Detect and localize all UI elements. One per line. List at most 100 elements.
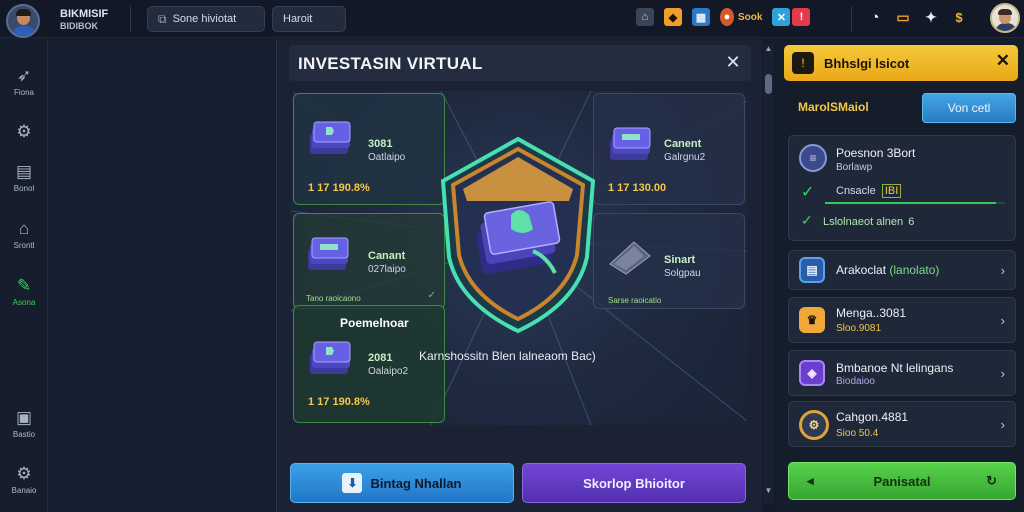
modal-header: INVESTASIN VIRTUAL ✕ [289,45,751,81]
top-bar: BIKMISIF BIDIBOK ⧉ Sone hiviotat Haroit … [0,0,1024,38]
sidebar-item-fiona[interactable]: ➶ Fiona [0,66,48,97]
brand-title: BIKMISIF [60,8,109,20]
tab-view[interactable]: Von cetl [922,93,1016,123]
chevron-right-icon: › [1000,313,1005,328]
investment-modal: INVESTASIN VIRTUAL ✕ 3081 Oatlaipo 1 17 … [276,39,762,512]
secondary-action-label: Skorlop Bhioitor [583,475,685,491]
card-title: Sinart [664,254,696,266]
gear-icon: ⚙ [16,122,32,141]
investment-card[interactable]: Poemelnoar 2081 Oalaipo2 1 17 190.8% [293,305,445,423]
check-icon: ✓ [801,212,813,228]
check-icon: ✓ [801,184,815,201]
sidebar: ➶ Fiona ⚙ ▤ Bonol ⌂ Srontl ✎ Asona ▣ Bas… [0,38,48,512]
bank-icon[interactable]: ⌂ [636,8,654,26]
card-footnote: Sarse raoicatio [608,296,662,305]
card-subtitle: 027laipo [368,264,406,275]
list-item[interactable]: ◈ Bmbanoe Nt lelingans Biodaioo › [788,350,1016,396]
top-tab-2[interactable]: Haroit [272,6,346,32]
home-icon: ⌂ [18,219,30,238]
chevron-right-icon: › [1000,263,1005,278]
edit-icon: ✎ [16,276,32,295]
modal-title: INVESTASIN VIRTUAL [298,54,483,73]
currency-icon[interactable]: $ [950,8,968,26]
sidebar-item-bastio[interactable]: ▣ Bastio [0,408,48,439]
scrollbar[interactable]: ▲ ▼ [763,44,774,504]
primary-action-button[interactable]: ⬇ Bintag Nhallan [290,463,514,503]
investment-card[interactable]: Canent Galrgnu2 1 17 130.00 [593,93,745,205]
coin-icon: ≡ [799,144,827,172]
list-item[interactable]: ▤ Arakoclat (lanolato) › [788,250,1016,290]
list-item-title: Arakoclat (lanolato) [836,263,939,277]
flag-icon[interactable]: ▦ [692,8,710,26]
sidebar-item-srontl[interactable]: ⌂ Srontl [0,219,48,250]
sidebar-item-label: Asona [12,298,36,307]
progress-fill [825,202,996,204]
list-item-title: Cahgon.4881 [836,410,909,424]
chevron-right-icon: › [1000,366,1005,381]
divider [851,6,852,32]
card-subtitle: Galrgnu2 [664,152,706,163]
sidebar-item-label: Bonol [13,184,35,193]
check-row-1-badge: IBI [881,184,902,198]
coin-icon[interactable]: ● [720,8,734,26]
bottom-action-button[interactable]: ◂ Panisatal ↻ [788,462,1016,500]
sidebar-item-label: Fiona [13,88,34,97]
scroll-thumb[interactable] [765,74,772,94]
chart-icon: ➶ [16,66,32,85]
sidebar-item-banaio[interactable]: ⚙ Banaio [0,464,48,495]
investment-card[interactable]: Sinart Solgpau Sarse raoicatio [593,213,745,309]
card-subtitle: Oalaipo2 [368,366,409,377]
tab-market[interactable]: MarolSMaiol [788,93,908,121]
ticket-icon [609,241,651,275]
sook-label[interactable]: Sook [738,12,762,23]
clock-icon[interactable]: ◔ [866,8,884,26]
list-item[interactable]: ♛ Menga..3081 Sloo.9081 › [788,297,1016,343]
sidebar-item-gear[interactable]: ⚙ [0,122,48,142]
investment-card[interactable]: 3081 Oatlaipo 1 17 190.8% [293,93,445,205]
close-icon[interactable]: ✕ [996,51,1010,71]
toolbar-icons-right: ◔ ▭ ✦ $ [866,8,968,26]
scroll-down-icon[interactable]: ▼ [763,486,774,496]
list-item[interactable]: ⚙ Cahgon.4881 Sioo 50.4 › [788,401,1016,447]
card-title: Canent [664,138,702,150]
badge-icon[interactable]: ◆ [664,8,682,26]
check-row-2-badge: 6 [908,216,915,228]
briefcase-icon[interactable]: ▭ [894,8,912,26]
card-subtitle: Solgpau [664,268,701,279]
profile-avatar[interactable] [990,3,1020,33]
right-panel: ! Bhhslgi lsicot ✕ MarolSMaiol Von cetl … [780,39,1024,512]
download-icon: ⬇ [342,473,363,493]
sidebar-item-asona[interactable]: ✎ Asona [0,276,48,307]
gift-icon[interactable]: ✦ [922,8,940,26]
document-icon: ▤ [799,257,825,283]
scroll-up-icon[interactable]: ▲ [763,44,774,54]
sidebar-item-label: Banaio [11,486,37,495]
list-item-sub: (lanolato) [889,263,940,277]
secondary-action-button[interactable]: Skorlop Bhioitor [522,463,746,503]
card-subtitle: Oatlaipo [368,152,406,163]
close-icon[interactable]: ✕ [723,51,743,73]
list-item-title-text: Arakoclat [836,263,887,277]
wallet-icon [610,127,651,160]
sidebar-item-bonol[interactable]: ▤ Bonol [0,162,48,193]
wallet-icon [310,341,351,374]
gear-icon: ⚙ [799,410,829,440]
chat-icon[interactable]: ✕ [772,8,791,26]
stage-caption: Karnshossitn Blen lalneaom Bac) [419,349,596,363]
list-item-sub: Biodaioo [836,376,875,387]
profile-name: Poesnon 3Bort [836,146,916,160]
card-value: 1 17 190.8% [308,182,370,194]
card-title: 3081 [368,138,393,150]
check-row-2: Lslolnaeot alnen 6 [823,216,914,228]
profile-card[interactable]: ≡ Poesnon 3Bort Borlawp ✓ Cnsacle IBI ✓ … [788,135,1016,241]
card-title: 2081 [368,352,393,364]
shield-icon [440,136,596,334]
bell-icon[interactable]: ! [792,8,811,26]
shield-icon: ◈ [799,360,825,386]
user-avatar[interactable] [6,4,40,38]
top-tab-1[interactable]: ⧉ Sone hiviotat [147,6,265,32]
investment-card[interactable]: Canant 027laipo Tano raoicaono ✓ [293,213,445,309]
brand-subtitle: BIDIBOK [60,21,98,31]
check-row-1-label: Cnsacle [836,185,876,197]
chevron-right-icon: › [1000,417,1005,432]
